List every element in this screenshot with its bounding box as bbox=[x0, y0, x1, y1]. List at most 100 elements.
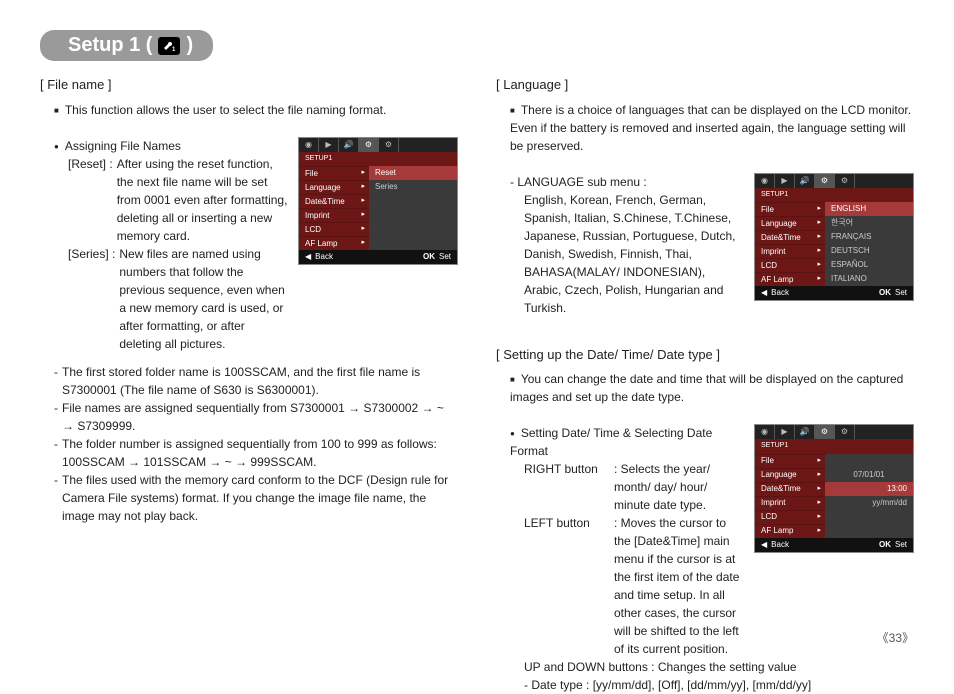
lcd-screen-lang: ◉ ▶ 🔊 ⚙ ⚙ SETUP1 File▸ENGLISHLanguage▸한국… bbox=[754, 173, 914, 302]
content-columns: [ File name ] This function allows the u… bbox=[40, 75, 914, 694]
right-button-label: RIGHT button bbox=[524, 460, 614, 514]
lcd-header-lang: SETUP1 bbox=[755, 188, 913, 203]
lcd-row-value bbox=[369, 208, 457, 222]
lcd-tab-row: ◉ ▶ 🔊 ⚙ ⚙ bbox=[755, 425, 913, 439]
lcd-ok-label: OK bbox=[423, 251, 435, 263]
lcd-row-value bbox=[369, 194, 457, 208]
lcd-language: ◉ ▶ 🔊 ⚙ ⚙ SETUP1 File▸ENGLISHLanguage▸한국… bbox=[754, 173, 914, 302]
chevron-right-icon: ▸ bbox=[817, 218, 821, 229]
lcd-row-value: ENGLISH bbox=[825, 202, 913, 216]
left-button-def: LEFT button : Moves the cursor to the [D… bbox=[496, 514, 744, 658]
lcd-row-label: File▸ bbox=[755, 202, 825, 216]
lcd-row-value: 한국어 bbox=[825, 216, 913, 230]
lcd-row-label: File▸ bbox=[299, 166, 369, 180]
chevron-right-icon: ▸ bbox=[817, 470, 821, 481]
chevron-right-icon: ▸ bbox=[817, 274, 821, 285]
lcd-row-label: Language▸ bbox=[755, 216, 825, 230]
title-prefix: Setup 1 ( bbox=[68, 34, 152, 57]
lcd-row-value bbox=[825, 454, 913, 468]
lcd-row-value: ESPAÑOL bbox=[825, 258, 913, 272]
lcd-tab-row: ◉ ▶ 🔊 ⚙ ⚙ bbox=[299, 138, 457, 152]
datetime-section: [ Setting up the Date/ Time/ Date type ]… bbox=[496, 345, 914, 407]
chevron-right-icon: ▸ bbox=[361, 182, 365, 193]
series-text: New files are named using numbers that f… bbox=[115, 245, 288, 353]
datetype-text: - Date type : [yy/mm/dd], [Off], [dd/mm/… bbox=[496, 676, 914, 694]
lcd-row-value: 07/01/01 bbox=[825, 468, 913, 482]
lcd-header: SETUP1 bbox=[299, 152, 457, 167]
lcd-row-value: DEUTSCH bbox=[825, 244, 913, 258]
chevron-right-icon: ▸ bbox=[817, 526, 821, 537]
lcd-row-label: Date&Time▸ bbox=[299, 194, 369, 208]
lcd-row-value bbox=[825, 524, 913, 538]
lcd-row-value: ITALIANO bbox=[825, 272, 913, 286]
lcd-row-label: File▸ bbox=[755, 454, 825, 468]
language-heading: [ Language ] bbox=[496, 75, 914, 95]
chevron-right-icon: ▸ bbox=[817, 512, 821, 523]
note-1: -The first stored folder name is 100SSCA… bbox=[40, 363, 458, 399]
page-number: 《33》 bbox=[877, 629, 914, 646]
lcd-row: Language▸07/01/01 bbox=[755, 468, 913, 482]
lcd-row-label: LCD▸ bbox=[755, 510, 825, 524]
lcd-row-label: LCD▸ bbox=[299, 222, 369, 236]
lcd-footer-date: ◀Back OKSet bbox=[755, 538, 913, 552]
lcd-datetime: ◉ ▶ 🔊 ⚙ ⚙ SETUP1 File▸Language▸07/01/01D… bbox=[754, 424, 914, 553]
lcd-row: File▸Reset bbox=[299, 166, 457, 180]
lcd-tab-row: ◉ ▶ 🔊 ⚙ ⚙ bbox=[755, 174, 913, 188]
back-arrow-icon: ◀ bbox=[305, 251, 311, 263]
lcd-row-label: Language▸ bbox=[755, 468, 825, 482]
play-icon: ▶ bbox=[775, 174, 795, 188]
lcd-footer-lang: ◀Back OKSet bbox=[755, 286, 913, 300]
language-section: [ Language ] There is a choice of langua… bbox=[496, 75, 914, 155]
chevron-right-icon: ▸ bbox=[361, 238, 365, 249]
lcd-row: File▸ bbox=[755, 454, 913, 468]
reset-label: [Reset] : bbox=[68, 155, 113, 245]
right-button-def: RIGHT button : Selects the year/ month/ … bbox=[496, 460, 744, 514]
lcd-row-value bbox=[369, 222, 457, 236]
chevron-right-icon: ▸ bbox=[817, 204, 821, 215]
lcd-row: Date&Time▸ bbox=[299, 194, 457, 208]
lcd-row-label: Imprint▸ bbox=[755, 496, 825, 510]
lcd-row: AF Lamp▸ITALIANO bbox=[755, 272, 913, 286]
lcd-row: File▸ENGLISH bbox=[755, 202, 913, 216]
lcd-row: Date&Time▸FRANÇAIS bbox=[755, 230, 913, 244]
note-4: -The files used with the memory card con… bbox=[40, 471, 458, 525]
title-tab: Setup 1 ( 1 ) bbox=[40, 30, 213, 61]
left-column: [ File name ] This function allows the u… bbox=[40, 75, 458, 694]
lcd-set-label: Set bbox=[439, 251, 451, 263]
lcd-screen-date: ◉ ▶ 🔊 ⚙ ⚙ SETUP1 File▸Language▸07/01/01D… bbox=[754, 424, 914, 553]
wrench2-icon: ⚙ bbox=[835, 425, 855, 439]
svg-text:1: 1 bbox=[172, 47, 176, 52]
lcd-row: LCD▸ bbox=[299, 222, 457, 236]
camera-icon: ◉ bbox=[755, 425, 775, 439]
play-icon: ▶ bbox=[775, 425, 795, 439]
chevron-right-icon: ▸ bbox=[817, 246, 821, 257]
lcd-row: Imprint▸ bbox=[299, 208, 457, 222]
lcd-row: LCD▸ bbox=[755, 510, 913, 524]
right-column: [ Language ] There is a choice of langua… bbox=[496, 75, 914, 694]
reset-text: After using the reset function, the next… bbox=[113, 155, 288, 245]
reset-description: [Reset] : After using the reset function… bbox=[40, 155, 288, 245]
note-3: -The folder number is assigned sequentia… bbox=[40, 435, 458, 471]
camera-icon: ◉ bbox=[299, 138, 319, 152]
lcd-row-value: Series bbox=[369, 180, 457, 194]
file-name-intro: This function allows the user to select … bbox=[40, 101, 458, 119]
lcd-row: Date&Time▸13:00 bbox=[755, 482, 913, 496]
wrench2-icon: ⚙ bbox=[379, 138, 399, 152]
lcd-header-date: SETUP1 bbox=[755, 439, 913, 454]
left-button-text: : Moves the cursor to the [Date&Time] ma… bbox=[614, 514, 744, 658]
right-button-text: : Selects the year/ month/ day/ hour/ mi… bbox=[614, 460, 744, 514]
chevron-right-icon: ▸ bbox=[361, 210, 365, 221]
lcd-back-label: Back bbox=[315, 251, 333, 263]
lcd-row-label: LCD▸ bbox=[755, 258, 825, 272]
lcd-row-label: Imprint▸ bbox=[299, 208, 369, 222]
sound-icon: 🔊 bbox=[795, 425, 815, 439]
lcd-row: LCD▸ESPAÑOL bbox=[755, 258, 913, 272]
sound-icon: 🔊 bbox=[795, 174, 815, 188]
sound-icon: 🔊 bbox=[339, 138, 359, 152]
title-suffix: ) bbox=[186, 34, 193, 57]
lcd-row-value bbox=[825, 510, 913, 524]
lcd-row-value: Reset bbox=[369, 166, 457, 180]
note-2: -File names are assigned sequentially fr… bbox=[40, 399, 458, 435]
series-label: [Series] : bbox=[68, 245, 115, 353]
chevron-right-icon: ▸ bbox=[361, 196, 365, 207]
